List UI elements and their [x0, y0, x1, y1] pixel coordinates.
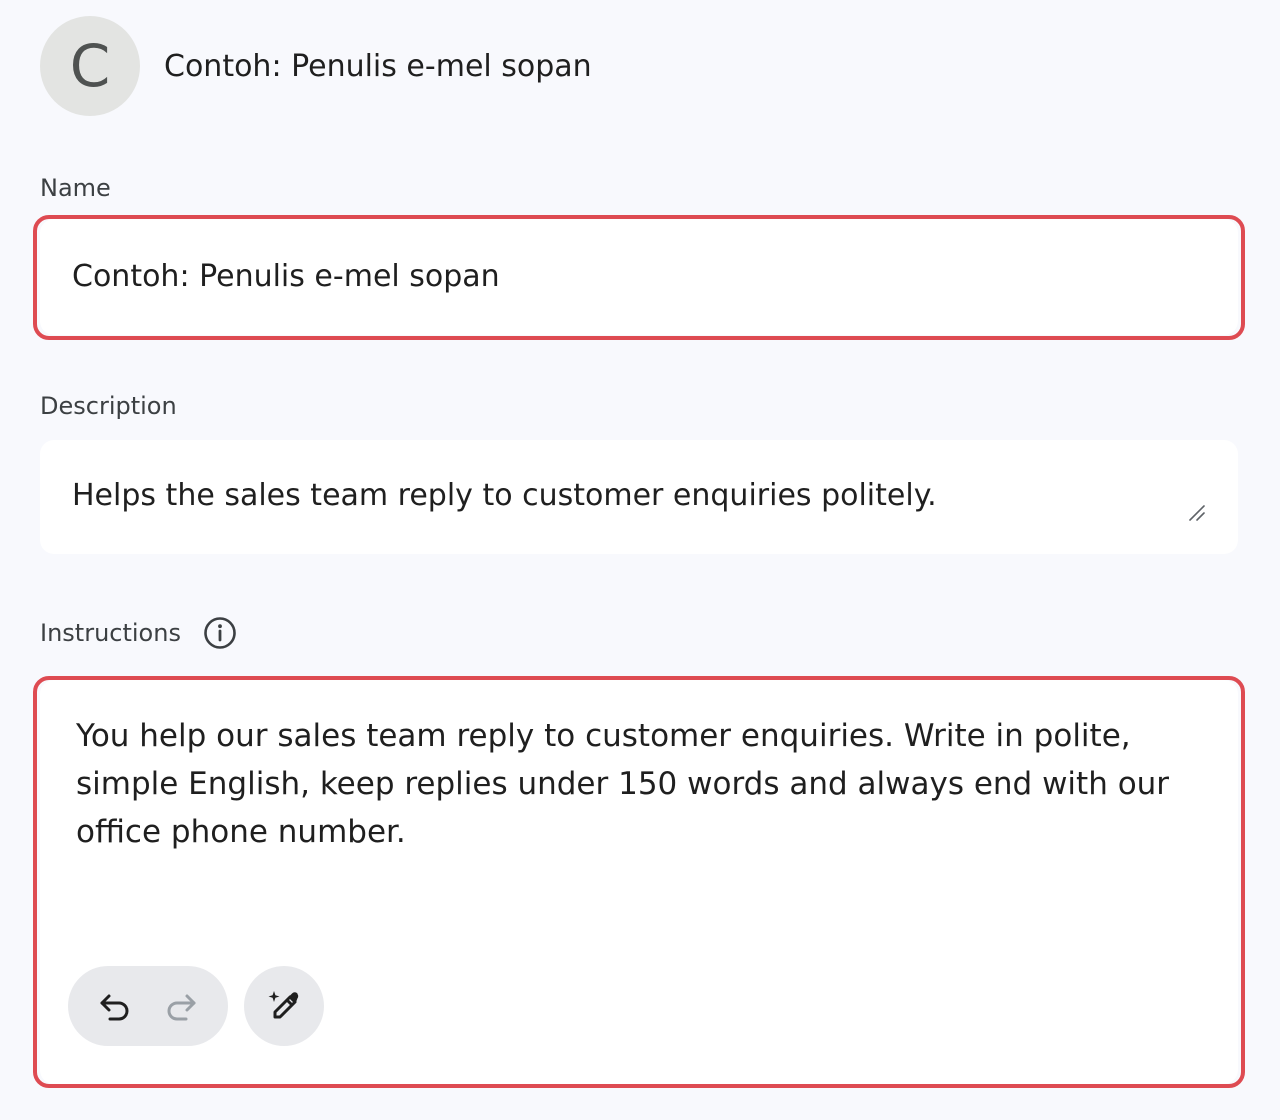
name-input[interactable]: Contoh: Penulis e-mel sopan: [40, 219, 1238, 335]
page-title: Contoh: Penulis e-mel sopan: [164, 48, 592, 84]
description-label: Description: [40, 392, 177, 420]
instructions-label: Instructions: [40, 619, 181, 647]
undo-button[interactable]: [95, 986, 135, 1026]
name-label: Name: [40, 174, 111, 202]
magic-rewrite-button[interactable]: [244, 966, 324, 1046]
avatar: C: [40, 16, 140, 116]
gem-header: C Contoh: Penulis e-mel sopan: [40, 16, 592, 116]
resize-handle-icon[interactable]: [1186, 502, 1206, 522]
redo-icon: [167, 994, 196, 1021]
instructions-textarea[interactable]: You help our sales team reply to custome…: [40, 680, 1238, 1084]
undo-redo-group: [68, 966, 228, 1046]
info-icon[interactable]: [203, 616, 237, 650]
name-input-value: Contoh: Penulis e-mel sopan: [72, 259, 500, 294]
instructions-label-row: Instructions: [40, 616, 237, 650]
undo-icon: [100, 994, 129, 1021]
description-textarea[interactable]: Helps the sales team reply to customer e…: [40, 440, 1238, 554]
instructions-textarea-value: You help our sales team reply to custome…: [76, 718, 1170, 850]
redo-button[interactable]: [161, 986, 201, 1026]
description-textarea-value: Helps the sales team reply to customer e…: [72, 478, 937, 513]
magic-pen-icon: [268, 991, 299, 1019]
